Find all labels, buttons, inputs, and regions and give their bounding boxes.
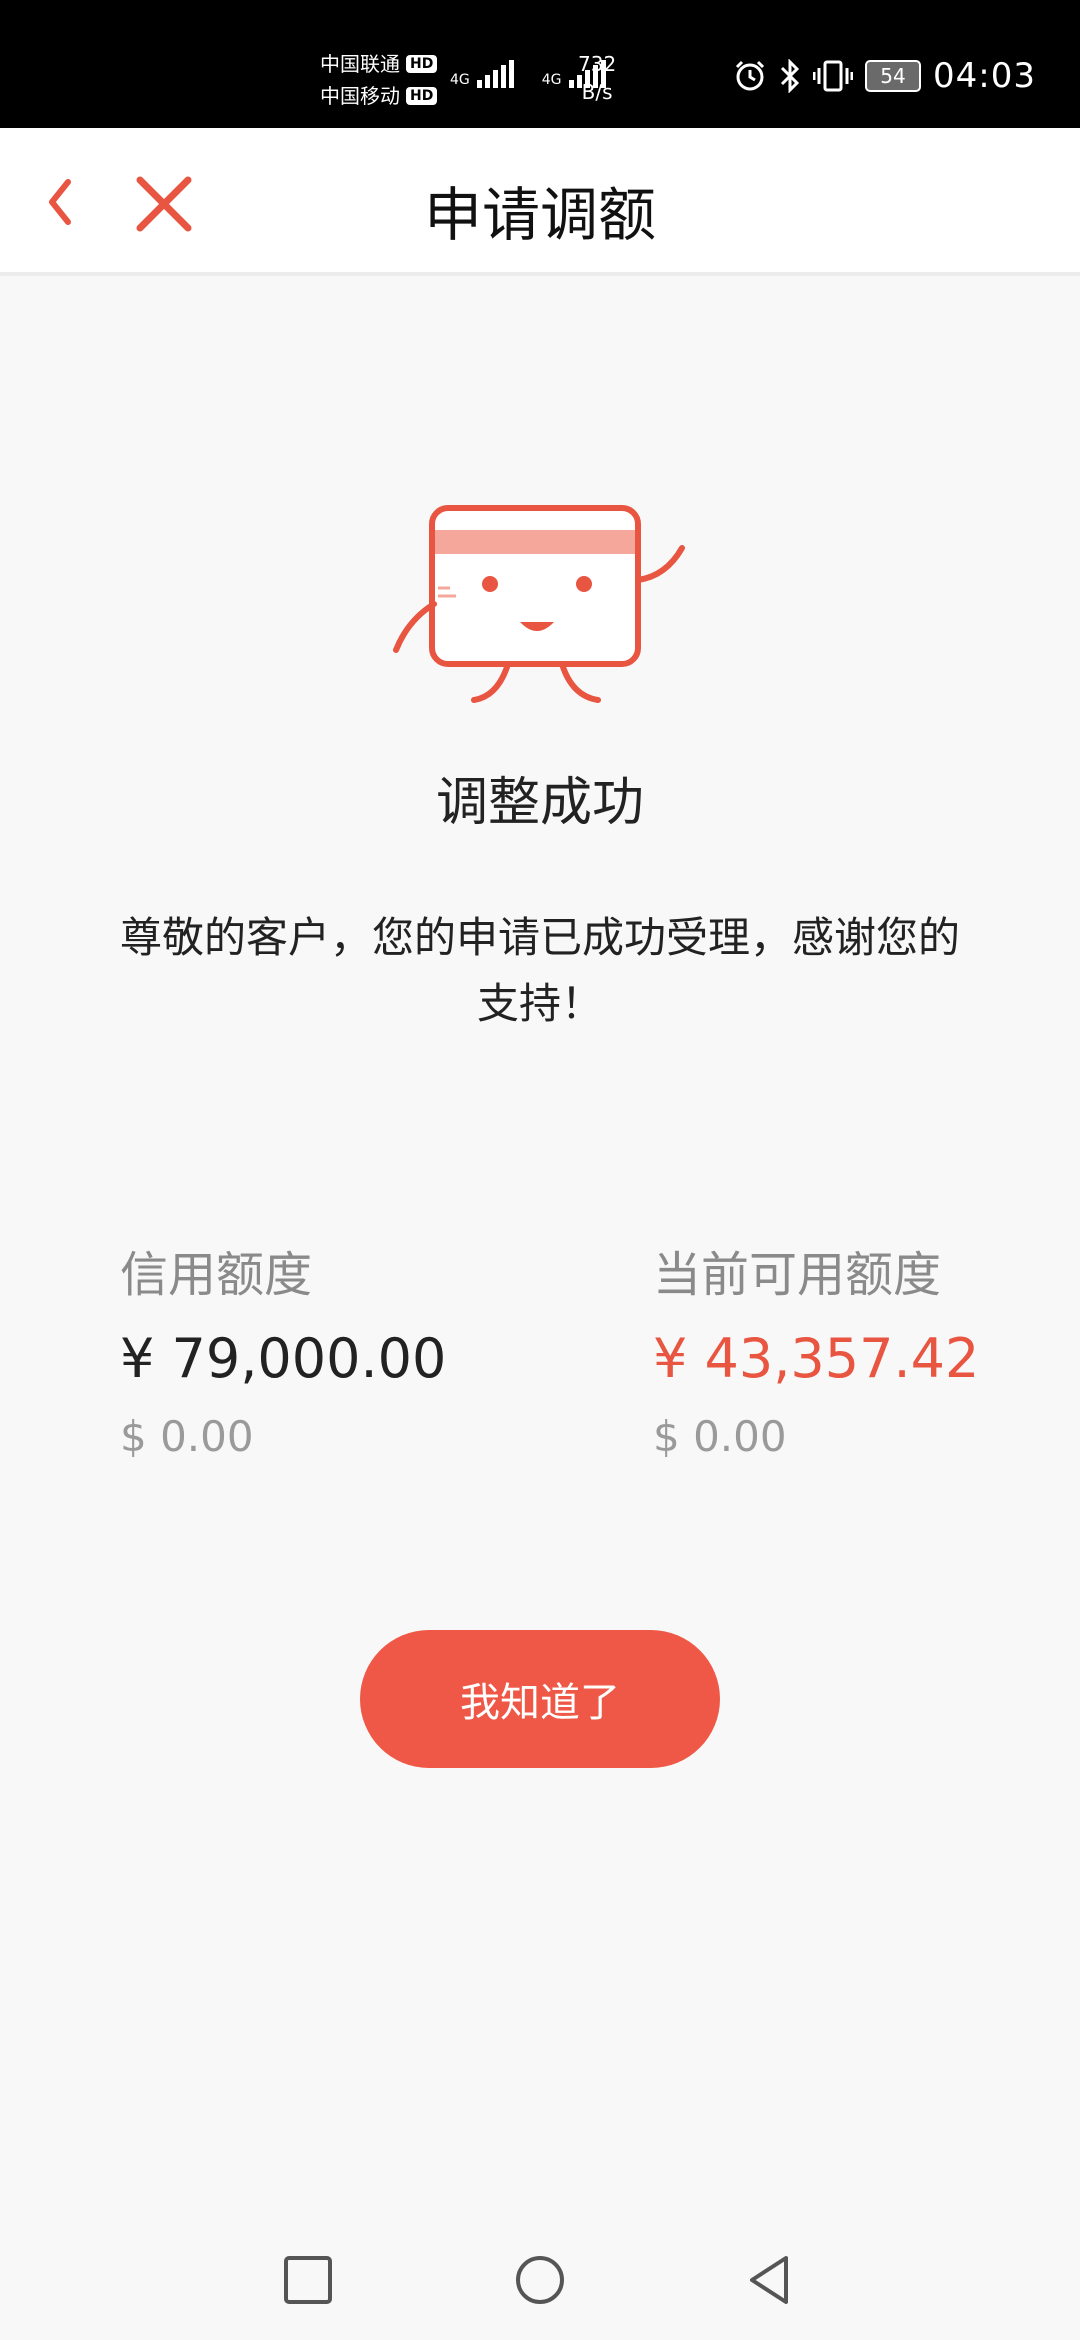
status-icons: 54 04:03 — [733, 56, 1036, 96]
system-nav-bar — [0, 2212, 1080, 2340]
network-type: 4G — [541, 72, 562, 88]
signal-icon: 4G — [450, 60, 514, 88]
credit-limit-label: 信用额度 — [120, 1247, 313, 1303]
available-limit-label: 当前可用额度 — [653, 1247, 942, 1303]
back-triangle-icon — [750, 2256, 788, 2304]
home-icon — [516, 2256, 564, 2304]
success-title: 调整成功 — [435, 773, 644, 833]
credit-limit-cny: ¥ 79,000.00 — [120, 1327, 447, 1390]
success-message: 尊敬的客户，您的申请已成功受理，感谢您的支持！ — [120, 913, 961, 1028]
recent-apps-button[interactable] — [280, 2252, 336, 2308]
network-type: 4G — [450, 72, 470, 88]
credit-limit-usd: $ 0.00 — [120, 1412, 254, 1461]
home-button[interactable] — [512, 2252, 568, 2308]
recent-apps-icon — [284, 2256, 332, 2304]
card-mascot-icon — [390, 500, 690, 720]
available-limit-cny: ¥ 43,357.42 — [653, 1327, 980, 1390]
bluetooth-icon — [779, 59, 801, 93]
carrier-name-2: 中国移动 — [320, 84, 400, 108]
available-limit-block: 当前可用额度 ¥ 43,357.42 $ 0.00 — [653, 1245, 979, 1465]
available-limit-usd: $ 0.00 — [653, 1412, 787, 1461]
carrier-info: 中国联通 HD 中国移动 HD — [320, 48, 438, 112]
hd-badge: HD — [406, 87, 438, 105]
clock: 04:03 — [933, 56, 1036, 96]
carrier-name-1: 中国联通 — [320, 52, 400, 76]
speed-unit: B/s — [581, 80, 613, 104]
page-title: 申请调额 — [423, 181, 656, 249]
nav-bar: 申请调额 — [0, 128, 1080, 276]
alarm-icon — [733, 59, 767, 93]
status-bar: 中国联通 HD 中国移动 HD 4G 4G 732 B/s 54 04:03 — [0, 0, 1080, 128]
battery-icon: 54 — [865, 60, 922, 92]
system-back-button[interactable] — [742, 2252, 798, 2308]
confirm-button[interactable]: 我知道了 — [360, 1630, 720, 1768]
network-speed: 732 B/s — [578, 50, 616, 106]
vibrate-icon — [813, 59, 854, 93]
hd-badge: HD — [406, 55, 438, 73]
speed-value: 732 — [578, 52, 617, 76]
credit-limit-block: 信用额度 ¥ 79,000.00 $ 0.00 — [120, 1245, 446, 1465]
